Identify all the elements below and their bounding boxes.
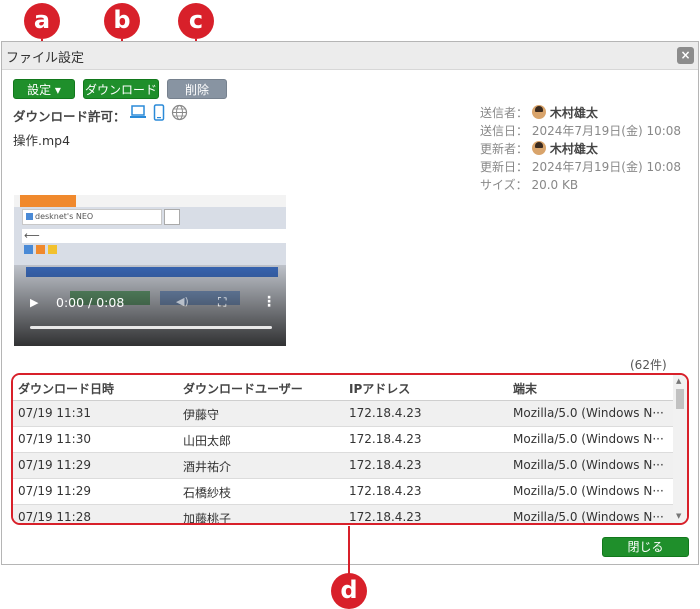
video-frame-square-yellow	[48, 245, 57, 254]
meta-sent-label: 送信日：	[480, 124, 529, 138]
delete-button[interactable]: 削除	[167, 79, 227, 99]
callout-c: c	[178, 3, 214, 39]
cell-date: 07/19 11:30	[18, 432, 91, 446]
cell-device: Mozilla/5.0 (Windows N···	[513, 510, 664, 524]
meta-updated: 更新日： 2024年7月19日(金) 10:08	[480, 158, 681, 175]
fullscreen-icon[interactable]: ⛶	[218, 295, 226, 310]
table-row[interactable]: 07/19 11:30 山田太郎 172.18.4.23 Mozilla/5.0…	[13, 427, 673, 453]
meta-size-label: サイズ：	[480, 178, 528, 192]
meta-sender: 送信者： 木村雄太	[480, 104, 598, 121]
column-header-date[interactable]: ダウンロード日時	[18, 380, 114, 397]
table-row[interactable]: 07/19 11:29 石橋紗枝 172.18.4.23 Mozilla/5.0…	[13, 479, 673, 505]
video-progress-bar[interactable]	[30, 326, 272, 329]
video-frame-address-bar	[22, 229, 286, 243]
cell-date: 07/19 11:29	[18, 458, 91, 472]
scroll-up-icon[interactable]: ▲	[676, 377, 681, 385]
cell-device: Mozilla/5.0 (Windows N···	[513, 432, 664, 446]
scroll-down-icon[interactable]: ▼	[676, 512, 681, 520]
callout-a: a	[24, 3, 60, 39]
column-header-device[interactable]: 端末	[513, 380, 537, 397]
meta-size-value: 20.0 KB	[531, 178, 579, 192]
meta-sender-label: 送信者：	[480, 106, 529, 120]
table-row[interactable]: 07/19 11:29 酒井祐介 172.18.4.23 Mozilla/5.0…	[13, 453, 673, 479]
table-header: ダウンロード日時 ダウンロードユーザー IPアドレス 端末	[13, 375, 673, 401]
table-scrollbar[interactable]: ▲ ▼	[673, 375, 687, 523]
table-row[interactable]: 07/19 11:28 加藤桃子 172.18.4.23 Mozilla/5.0…	[13, 505, 673, 525]
cell-date: 07/19 11:28	[18, 510, 91, 524]
back-arrow-icon: ⟵	[24, 229, 40, 242]
column-header-user[interactable]: ダウンロードユーザー	[183, 380, 303, 397]
cell-user: 加藤桃子	[183, 512, 232, 525]
meta-updater-label: 更新者：	[480, 142, 529, 156]
callout-b: b	[104, 3, 140, 39]
cell-device: Mozilla/5.0 (Windows N···	[513, 406, 664, 420]
meta-updater: 更新者： 木村雄太	[480, 140, 598, 157]
cell-user: 酒井祐介	[183, 460, 232, 474]
scrollbar-thumb[interactable]	[676, 389, 684, 409]
cell-date: 07/19 11:29	[18, 484, 91, 498]
dialog-title: ファイル設定	[6, 51, 85, 66]
close-icon[interactable]: ×	[677, 47, 694, 64]
cell-date: 07/19 11:31	[18, 406, 91, 420]
cell-user: 伊藤守	[183, 408, 220, 422]
download-button[interactable]: ダウンロード	[83, 79, 159, 99]
column-header-ip[interactable]: IPアドレス	[349, 380, 410, 397]
close-button[interactable]: 閉じる	[602, 537, 689, 557]
cell-ip: 172.18.4.23	[349, 484, 422, 498]
meta-updated-date: 2024年7月19日(金) 10:08	[531, 160, 682, 174]
callout-d-line	[348, 526, 350, 576]
video-controls: ▶ 0:00 / 0:08 ◀) ⛶ ⋮	[14, 293, 286, 317]
cell-user: 山田太郎	[183, 434, 232, 448]
cell-device: Mozilla/5.0 (Windows N···	[513, 484, 664, 498]
avatar	[531, 141, 546, 155]
cell-ip: 172.18.4.23	[349, 406, 422, 420]
meta-size: サイズ： 20.0 KB	[480, 176, 578, 193]
cell-ip: 172.18.4.23	[349, 510, 422, 524]
laptop-icon	[129, 104, 147, 124]
avatar	[531, 105, 546, 119]
file-settings-dialog: ファイル設定 × 設定 ▾ ダウンロード 削除 ダウンロード許可： 操作.mp4…	[1, 41, 699, 565]
download-permission-label: ダウンロード許可：	[13, 109, 126, 124]
more-options-icon[interactable]: ⋮	[262, 294, 276, 310]
table-row[interactable]: 07/19 11:31 伊藤守 172.18.4.23 Mozilla/5.0 …	[13, 401, 673, 427]
cell-user: 石橋紗枝	[183, 486, 232, 500]
download-history-table: ダウンロード日時 ダウンロードユーザー IPアドレス 端末 07/19 11:3…	[11, 373, 689, 525]
meta-updater-name[interactable]: 木村雄太	[550, 142, 598, 156]
mobile-icon	[153, 104, 165, 125]
callout-d: d	[331, 573, 367, 609]
video-frame-tab2	[164, 209, 180, 225]
meta-updated-label: 更新日：	[480, 160, 529, 174]
meta-sender-name[interactable]: 木村雄太	[550, 106, 598, 120]
download-count: (62件)	[630, 358, 667, 372]
cell-device: Mozilla/5.0 (Windows N···	[513, 458, 664, 472]
video-time: 0:00 / 0:08	[56, 295, 125, 310]
volume-icon[interactable]: ◀)	[176, 295, 189, 308]
video-frame-tab: desknet's NEO	[22, 209, 162, 225]
cell-ip: 172.18.4.23	[349, 432, 422, 446]
video-frame-orange-bar	[20, 195, 76, 207]
meta-sent-date: 2024年7月19日(金) 10:08	[531, 124, 682, 138]
meta-sent: 送信日： 2024年7月19日(金) 10:08	[480, 122, 681, 139]
video-player[interactable]: desknet's NEO ⟵ ▶ 0:00 / 0:08 ◀) ⛶ ⋮	[14, 195, 286, 346]
dialog-titlebar: ファイル設定 ×	[2, 42, 698, 70]
file-name: 操作.mp4	[13, 133, 71, 148]
video-frame-square-orange	[36, 245, 45, 254]
globe-icon	[171, 104, 188, 125]
cell-ip: 172.18.4.23	[349, 458, 422, 472]
play-icon[interactable]: ▶	[30, 296, 38, 309]
settings-dropdown-button[interactable]: 設定 ▾	[13, 79, 75, 99]
video-frame-square-blue	[24, 245, 33, 254]
